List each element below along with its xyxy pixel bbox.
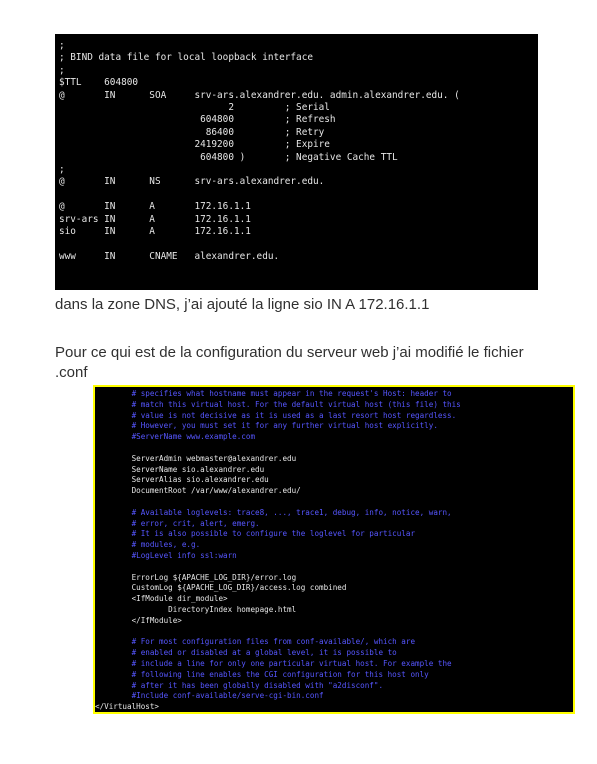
bind-line: ; (59, 40, 65, 51)
bind-line: sio IN A 172.16.1.1 (59, 226, 251, 238)
config-comment-line: # For most configuration files from conf… (95, 637, 416, 647)
config-comment-line: # enabled or disabled at a global level,… (95, 648, 397, 658)
config-comment-line: # value is not decisive as it is used as… (95, 410, 457, 420)
web-config-caption: Pour ce qui est de la configuration du s… (55, 344, 524, 381)
config-comment-line: #Include conf-available/serve-cgi-bin.co… (95, 691, 324, 701)
bind-line: 2 ; Serial (59, 102, 330, 114)
config-directive-line: ServerAlias sio.alexandrer.edu (95, 475, 269, 485)
config-directive-line: <IfModule dir_module> (95, 594, 228, 604)
bind-line: 2419200 ; Expire (59, 139, 330, 151)
config-comment-line: # error, crit, alert, emerg. (95, 518, 260, 528)
bind-line: $TTL 604800 (59, 77, 139, 89)
config-directive-line: ServerName sio.alexandrer.edu (95, 464, 265, 474)
bind-line: srv-ars IN A 172.16.1.1 (59, 213, 251, 225)
bind-line: @ IN NS srv-ars.alexandrer.edu. (59, 176, 325, 188)
bind-line: www IN CNAME alexandrer.edu. (59, 250, 280, 262)
config-comment-line: # modules, e.g. (95, 540, 201, 550)
config-comment-line: # Available loglevels: trace8, ..., trac… (95, 507, 452, 517)
config-comment-line: # match this virtual host. For the defau… (95, 399, 461, 409)
config-comment-line: # specifies what hostname must appear in… (95, 389, 452, 398)
config-directive-line: ServerAdmin webmaster@alexandrer.edu (95, 453, 297, 463)
config-directive-line: DocumentRoot /var/www/alexandrer.edu/ (95, 486, 301, 496)
bind-line: 604800 ; Refresh (59, 114, 336, 126)
bind-line: 86400 ; Retry (59, 126, 325, 138)
config-directive-line: ErrorLog ${APACHE_LOG_DIR}/error.log (95, 572, 297, 582)
bind-line: ; (59, 164, 65, 176)
apache-vhost-terminal-screenshot: # specifies what hostname must appear in… (93, 385, 575, 714)
config-directive-line: DirectoryIndex homepage.html (95, 604, 297, 614)
config-comment-line: #ServerName www.example.com (95, 432, 256, 442)
dns-zone-caption: dans la zone DNS, j’ai ajouté la ligne s… (55, 296, 430, 313)
bind-zone-file-text: ; ; BIND data file for local loopback in… (55, 34, 538, 263)
bind-line: ; BIND data file for local loopback inte… (59, 52, 313, 64)
bind-line: @ IN A 172.16.1.1 (59, 201, 251, 213)
config-comment-line: #LogLevel info ssl:warn (95, 550, 237, 560)
config-comment-line: # However, you must set it for any furth… (95, 421, 438, 431)
config-comment-line: # following line enables the CGI configu… (95, 669, 429, 679)
config-comment-line: # include a line for only one particular… (95, 658, 452, 668)
config-directive-line: </IfModule> (95, 615, 182, 625)
config-comment-line: # It is also possible to configure the l… (95, 529, 416, 539)
apache-vhost-config-text: # specifies what hostname must appear in… (95, 387, 573, 712)
bind-line: 604800 ) ; Negative Cache TTL (59, 151, 398, 163)
bind-line: ; (59, 64, 65, 76)
config-directive-line: CustomLog ${APACHE_LOG_DIR}/access.log c… (95, 583, 347, 593)
config-comment-line: # after it has been globally disabled wi… (95, 680, 384, 690)
bind-line: @ IN SOA srv-ars.alexandrer.edu. admin.a… (59, 89, 460, 101)
config-directive-line: </VirtualHost> (95, 702, 160, 712)
bind-zone-terminal-screenshot: ; ; BIND data file for local loopback in… (55, 34, 538, 290)
